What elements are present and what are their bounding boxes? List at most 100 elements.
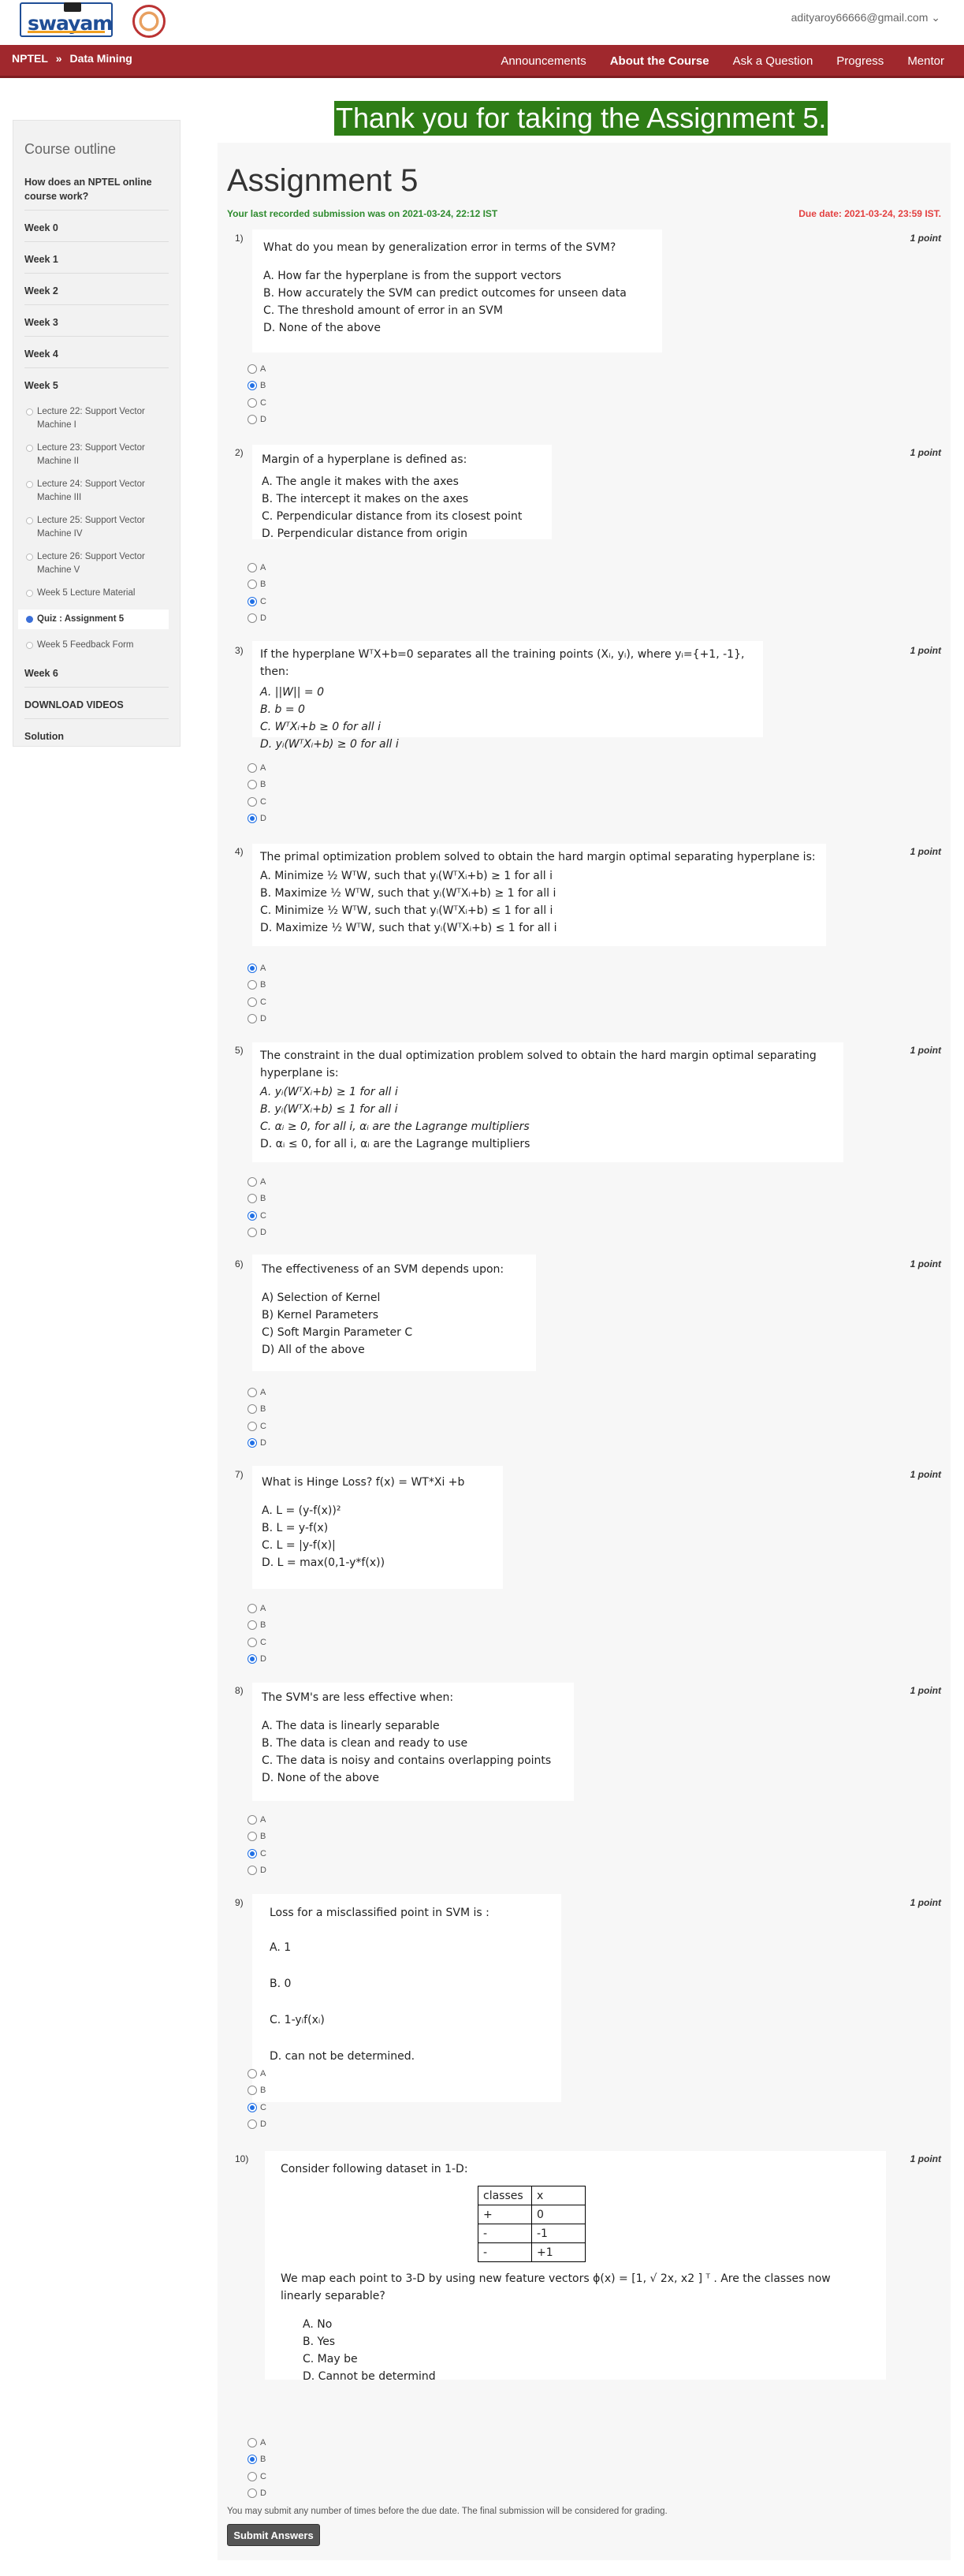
answer-option[interactable]: D — [248, 1862, 266, 1880]
answer-option[interactable]: B — [248, 977, 266, 994]
answer-option[interactable]: B — [248, 1829, 266, 1846]
radio-button[interactable] — [248, 1654, 257, 1665]
sidebar-item-week-6[interactable]: Week 6 — [24, 666, 169, 688]
radio-button[interactable] — [248, 963, 257, 973]
radio-button[interactable] — [248, 381, 257, 391]
sidebar-item-download-videos[interactable]: DOWNLOAD VIDEOS — [24, 698, 169, 719]
answer-option[interactable]: A — [248, 759, 266, 777]
answer-option[interactable]: C — [248, 2468, 266, 2485]
answer-option[interactable]: A — [248, 1811, 266, 1829]
nav-ask-question[interactable]: Ask a Question — [733, 54, 813, 68]
radio-button[interactable] — [248, 2119, 257, 2130]
swayam-logo[interactable]: swayam — [20, 2, 113, 37]
answer-option[interactable]: C — [248, 2099, 266, 2116]
radio-button[interactable] — [248, 2471, 257, 2481]
answer-option[interactable]: A — [248, 559, 266, 576]
radio-button[interactable] — [248, 1620, 257, 1631]
radio-button[interactable] — [248, 2437, 257, 2447]
answer-option[interactable]: B — [248, 2082, 266, 2100]
answer-option[interactable]: D — [248, 1225, 266, 1242]
radio-button[interactable] — [248, 1176, 257, 1187]
answer-option[interactable]: D — [248, 412, 266, 429]
radio-button[interactable] — [248, 1404, 257, 1415]
answer-option[interactable]: A — [248, 2065, 266, 2082]
sidebar-item-week-5[interactable]: Week 5 — [24, 378, 169, 399]
answer-option[interactable]: A — [248, 2434, 266, 2451]
nav-about-course[interactable]: About the Course — [610, 54, 709, 68]
answer-option[interactable]: B — [248, 2451, 266, 2469]
radio-button[interactable] — [248, 1438, 257, 1448]
answer-option[interactable]: C — [248, 1634, 266, 1651]
answer-option[interactable]: C — [248, 593, 266, 610]
radio-button[interactable] — [248, 997, 257, 1007]
radio-button[interactable] — [248, 2488, 257, 2499]
radio-button[interactable] — [248, 1228, 257, 1238]
sidebar-item-how-course-works[interactable]: How does an NPTEL online course work? — [24, 175, 169, 211]
answer-option[interactable]: B — [248, 378, 266, 395]
answer-option[interactable]: D — [248, 1651, 266, 1668]
sidebar-item-week-4[interactable]: Week 4 — [24, 347, 169, 368]
sidebar-item-week-2[interactable]: Week 2 — [24, 284, 169, 305]
answer-option[interactable]: D — [248, 811, 266, 828]
radio-button[interactable] — [248, 1421, 257, 1431]
radio-button[interactable] — [248, 2086, 257, 2096]
breadcrumb-course[interactable]: Data Mining — [69, 52, 132, 65]
radio-button[interactable] — [248, 596, 257, 606]
sidebar-subitem-lecture-24[interactable]: Lecture 24: Support Vector Machine III — [24, 478, 169, 505]
radio-button[interactable] — [248, 980, 257, 990]
submit-answers-button[interactable]: Submit Answers — [227, 2524, 320, 2546]
radio-button[interactable] — [248, 415, 257, 425]
answer-option[interactable]: A — [248, 360, 266, 378]
answer-option[interactable]: B — [248, 1191, 266, 1208]
radio-button[interactable] — [248, 1848, 257, 1858]
nav-progress[interactable]: Progress — [836, 54, 884, 68]
radio-button[interactable] — [248, 1387, 257, 1397]
radio-button[interactable] — [248, 562, 257, 572]
answer-option[interactable]: A — [248, 1384, 266, 1401]
sidebar-subitem-quiz-assignment-5[interactable]: Quiz : Assignment 5 — [18, 610, 169, 629]
radio-button[interactable] — [248, 2068, 257, 2078]
sidebar-item-week-3[interactable]: Week 3 — [24, 315, 169, 337]
answer-option[interactable]: C — [248, 1418, 266, 1435]
sidebar-subitem-lecture-22[interactable]: Lecture 22: Support Vector Machine I — [24, 405, 169, 432]
answer-option[interactable]: C — [248, 1207, 266, 1225]
sidebar-subitem-lecture-25[interactable]: Lecture 25: Support Vector Machine IV — [24, 514, 169, 541]
answer-option[interactable]: B — [248, 576, 266, 594]
answer-option[interactable]: C — [248, 1845, 266, 1862]
answer-option[interactable]: A — [248, 1173, 266, 1191]
answer-option[interactable]: D — [248, 1435, 266, 1452]
radio-button[interactable] — [248, 2102, 257, 2112]
radio-button[interactable] — [248, 1210, 257, 1221]
nav-announcements[interactable]: Announcements — [501, 54, 586, 68]
breadcrumb-nptel[interactable]: NPTEL — [12, 52, 48, 65]
radio-button[interactable] — [248, 1832, 257, 1842]
sidebar-item-week-0[interactable]: Week 0 — [24, 221, 169, 242]
radio-button[interactable] — [248, 397, 257, 408]
radio-button[interactable] — [248, 1814, 257, 1825]
radio-button[interactable] — [248, 1014, 257, 1024]
answer-option[interactable]: D — [248, 1011, 266, 1028]
radio-button[interactable] — [248, 1866, 257, 1876]
answer-option[interactable]: C — [248, 993, 266, 1011]
radio-button[interactable] — [248, 613, 257, 624]
answer-option[interactable]: D — [248, 2116, 266, 2134]
sidebar-item-solution[interactable]: Solution — [24, 729, 169, 750]
answer-option[interactable]: A — [248, 1600, 266, 1617]
radio-button[interactable] — [248, 1637, 257, 1647]
radio-button[interactable] — [248, 1194, 257, 1204]
nav-mentor[interactable]: Mentor — [907, 54, 944, 68]
radio-button[interactable] — [248, 2455, 257, 2465]
radio-button[interactable] — [248, 363, 257, 374]
answer-option[interactable]: B — [248, 1401, 266, 1418]
answer-option[interactable]: D — [248, 610, 266, 628]
sidebar-subitem-lecture-material[interactable]: Week 5 Lecture Material — [24, 587, 169, 600]
radio-button[interactable] — [248, 762, 257, 773]
sidebar-subitem-lecture-26[interactable]: Lecture 26: Support Vector Machine V — [24, 550, 169, 577]
answer-option[interactable]: C — [248, 793, 266, 811]
answer-option[interactable]: D — [248, 2485, 266, 2503]
radio-button[interactable] — [248, 796, 257, 807]
sidebar-subitem-lecture-23[interactable]: Lecture 23: Support Vector Machine II — [24, 442, 169, 468]
radio-button[interactable] — [248, 1603, 257, 1613]
answer-option[interactable]: C — [248, 394, 266, 412]
sidebar-item-week-1[interactable]: Week 1 — [24, 252, 169, 274]
